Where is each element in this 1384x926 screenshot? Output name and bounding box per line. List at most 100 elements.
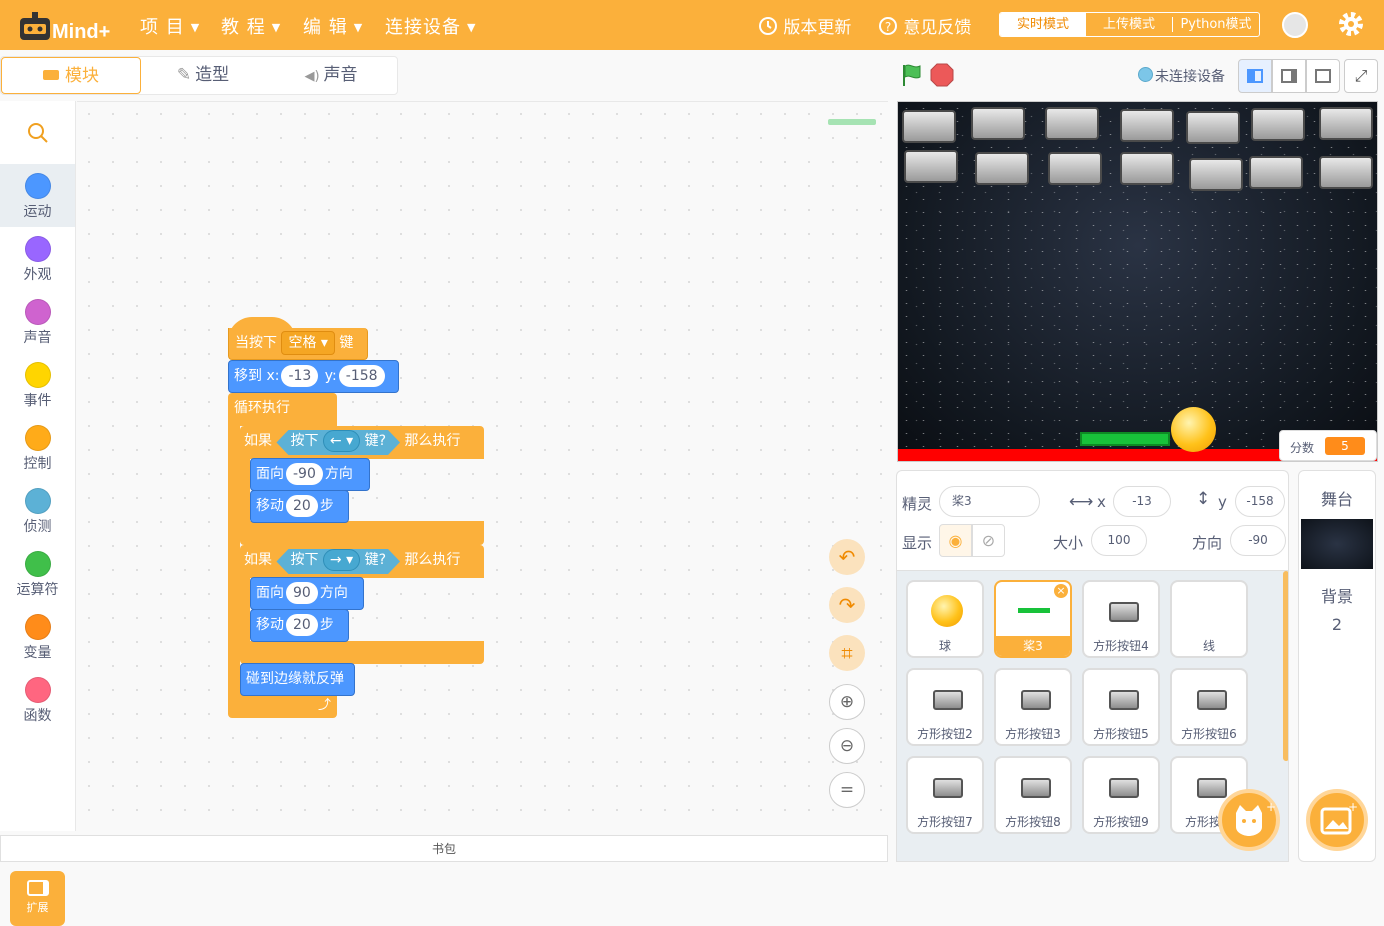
menu-project[interactable]: 项 目 ▼ [140,13,200,39]
redo-button[interactable]: ↷ [829,587,865,623]
sprite-tile[interactable]: 球 [906,580,984,658]
forever-label: 循环执行 [234,400,290,416]
brick-sprite [904,150,958,183]
sprite-tile[interactable]: 方形按钮9 [1082,756,1160,834]
normal-stage-button[interactable] [1272,59,1306,93]
zoom-in-button[interactable]: ⊕ [829,684,865,720]
sprite-tile[interactable]: 方形按钮4 [1082,580,1160,658]
score-monitor[interactable]: 分数 5 [1279,430,1377,461]
backpack-bar[interactable]: 书包 [0,835,888,862]
key-pressed-sensor[interactable]: 按下 ← ▾ 键? [276,430,400,455]
zoom-in-icon: ⊕ [839,692,855,712]
add-backdrop-button[interactable]: + [1306,789,1368,851]
size-input[interactable]: 100 [1091,525,1147,556]
delete-sprite-icon[interactable]: × [1054,584,1068,598]
show-sprite-button[interactable]: ◉ [939,524,972,557]
hide-sprite-button[interactable]: ⊘ [972,524,1005,557]
crop-button[interactable]: ⌗ [829,635,865,671]
feedback-button[interactable]: ? 意见反馈 [878,13,971,38]
tab-sounds[interactable]: ◀) 声音 [265,57,397,94]
stage-canvas[interactable] [897,101,1378,462]
sprite-tile[interactable]: 方形按钮5 [1082,668,1160,746]
sprite-tile-label: 线 [1202,639,1215,653]
if-right-key-block[interactable]: 如果 按下 → ▾ 键? 那么执行 [240,545,484,578]
bounce-edge-block[interactable]: 碰到边缘就反弹 [240,663,355,696]
workspace-scrollbar[interactable] [828,119,876,125]
key-dropdown[interactable]: 空格 ▾ [281,331,335,355]
stop-icon[interactable] [930,63,954,87]
key-pressed-sensor[interactable]: 按下 → ▾ 键? [276,549,400,574]
tab-costumes[interactable]: ✎ 造型 [142,57,264,94]
sprite-tile[interactable]: 方形按钮2 [906,668,984,746]
upload-mode-button[interactable]: 上传模式 [1086,13,1172,36]
menu-edit[interactable]: 编 辑 ▼ [303,13,363,39]
sprite-tile[interactable]: × 桨3 [994,580,1072,658]
large-stage-button[interactable] [1306,59,1340,93]
green-flag-icon[interactable] [900,63,924,87]
add-sprite-button[interactable]: + [1218,789,1280,851]
x-input[interactable]: -13 [1113,486,1171,517]
top-bar: Mind+ 项 目 ▼ 教 程 ▼ 编 辑 ▼ 连接设备 ▼ 版本更新 ? 意见反馈 实… [0,0,1384,50]
direction-input[interactable]: -90 [1230,525,1286,556]
brush-icon: ✎ [176,65,192,85]
horizontal-arrows-icon: ⟷ [1069,492,1094,512]
category-8[interactable]: 函数 [0,668,75,731]
zoom-reset-button[interactable]: = [829,772,865,808]
menu-edit-label: 编 辑 [303,17,348,38]
user-avatar[interactable] [1282,12,1308,38]
category-4[interactable]: 控制 [0,416,75,479]
category-1[interactable]: 外观 [0,227,75,290]
sprite-tile[interactable]: 方形按钮8 [994,756,1072,834]
brick-sprite [1249,156,1303,189]
search-icon[interactable] [26,121,50,145]
when-key-pressed-block[interactable]: 当按下 空格 ▾ 键 [228,328,368,360]
button-thumbnail [1109,690,1139,710]
point-direction-block[interactable]: 面向 -90 方向 [250,458,370,491]
menu-tutorial[interactable]: 教 程 ▼ [221,13,281,39]
mind-plus-logo[interactable]: Mind+ [18,8,120,44]
point-direction-block[interactable]: 面向 90 方向 [250,577,364,610]
category-3[interactable]: 事件 [0,353,75,416]
direction-input[interactable]: -90 [286,463,323,485]
extension-button[interactable]: 扩展 [10,871,65,926]
sprite-tile[interactable]: 线 [1170,580,1248,658]
sprite-tile[interactable]: 方形按钮6 [1170,668,1248,746]
if-left-key-block[interactable]: 如果 按下 ← ▾ 键? 那么执行 [240,426,484,459]
zoom-out-button[interactable]: ⊖ [829,728,865,764]
menu-connect-device[interactable]: 连接设备 ▼ [385,13,476,39]
direction-input[interactable]: 90 [286,582,318,604]
undo-button[interactable]: ↶ [829,539,865,575]
code-workspace[interactable] [77,101,888,831]
category-6[interactable]: 运算符 [0,542,75,605]
backdrop-thumbnail[interactable] [1301,519,1373,569]
realtime-mode-button[interactable]: 实时模式 [1000,13,1086,36]
tab-sounds-label: 声音 [323,65,358,85]
goto-y-input[interactable]: -158 [338,365,385,387]
forever-block[interactable]: 循环执行 [228,393,337,426]
left-key-dropdown[interactable]: ← ▾ [323,430,360,452]
steps-input[interactable]: 20 [286,495,318,517]
category-0[interactable]: 运动 [0,164,75,227]
goto-xy-block[interactable]: 移到 x: -13 y: -158 [228,360,399,393]
tab-blocks[interactable]: 模块 [1,57,141,94]
move-steps-block[interactable]: 移动 20 步 [250,490,349,523]
sprite-tile[interactable]: 方形按钮7 [906,756,984,834]
move-steps-block[interactable]: 移动 20 步 [250,609,349,642]
small-stage-button[interactable] [1238,59,1272,93]
category-5[interactable]: 侦测 [0,479,75,542]
steps-input[interactable]: 20 [286,614,318,636]
sprite-name-input[interactable]: 桨3 [939,486,1040,517]
right-key-dropdown[interactable]: → ▾ [323,549,360,571]
sprite-list-scrollbar[interactable] [1283,571,1288,761]
fullscreen-button[interactable]: ⤢ [1344,59,1378,93]
y-input[interactable]: -158 [1235,486,1285,517]
gear-icon[interactable] [1338,11,1364,37]
sprite-tile[interactable]: 方形按钮3 [994,668,1072,746]
python-mode-button[interactable]: Python模式 [1173,13,1259,36]
category-7[interactable]: 变量 [0,605,75,668]
goto-x-input[interactable]: -13 [281,365,319,387]
version-update-button[interactable]: 版本更新 [758,13,851,38]
size-label: 大小 [1053,534,1084,552]
category-2[interactable]: 声音 [0,290,75,353]
sprite-tile-label: 方形按钮4 [1093,639,1149,653]
